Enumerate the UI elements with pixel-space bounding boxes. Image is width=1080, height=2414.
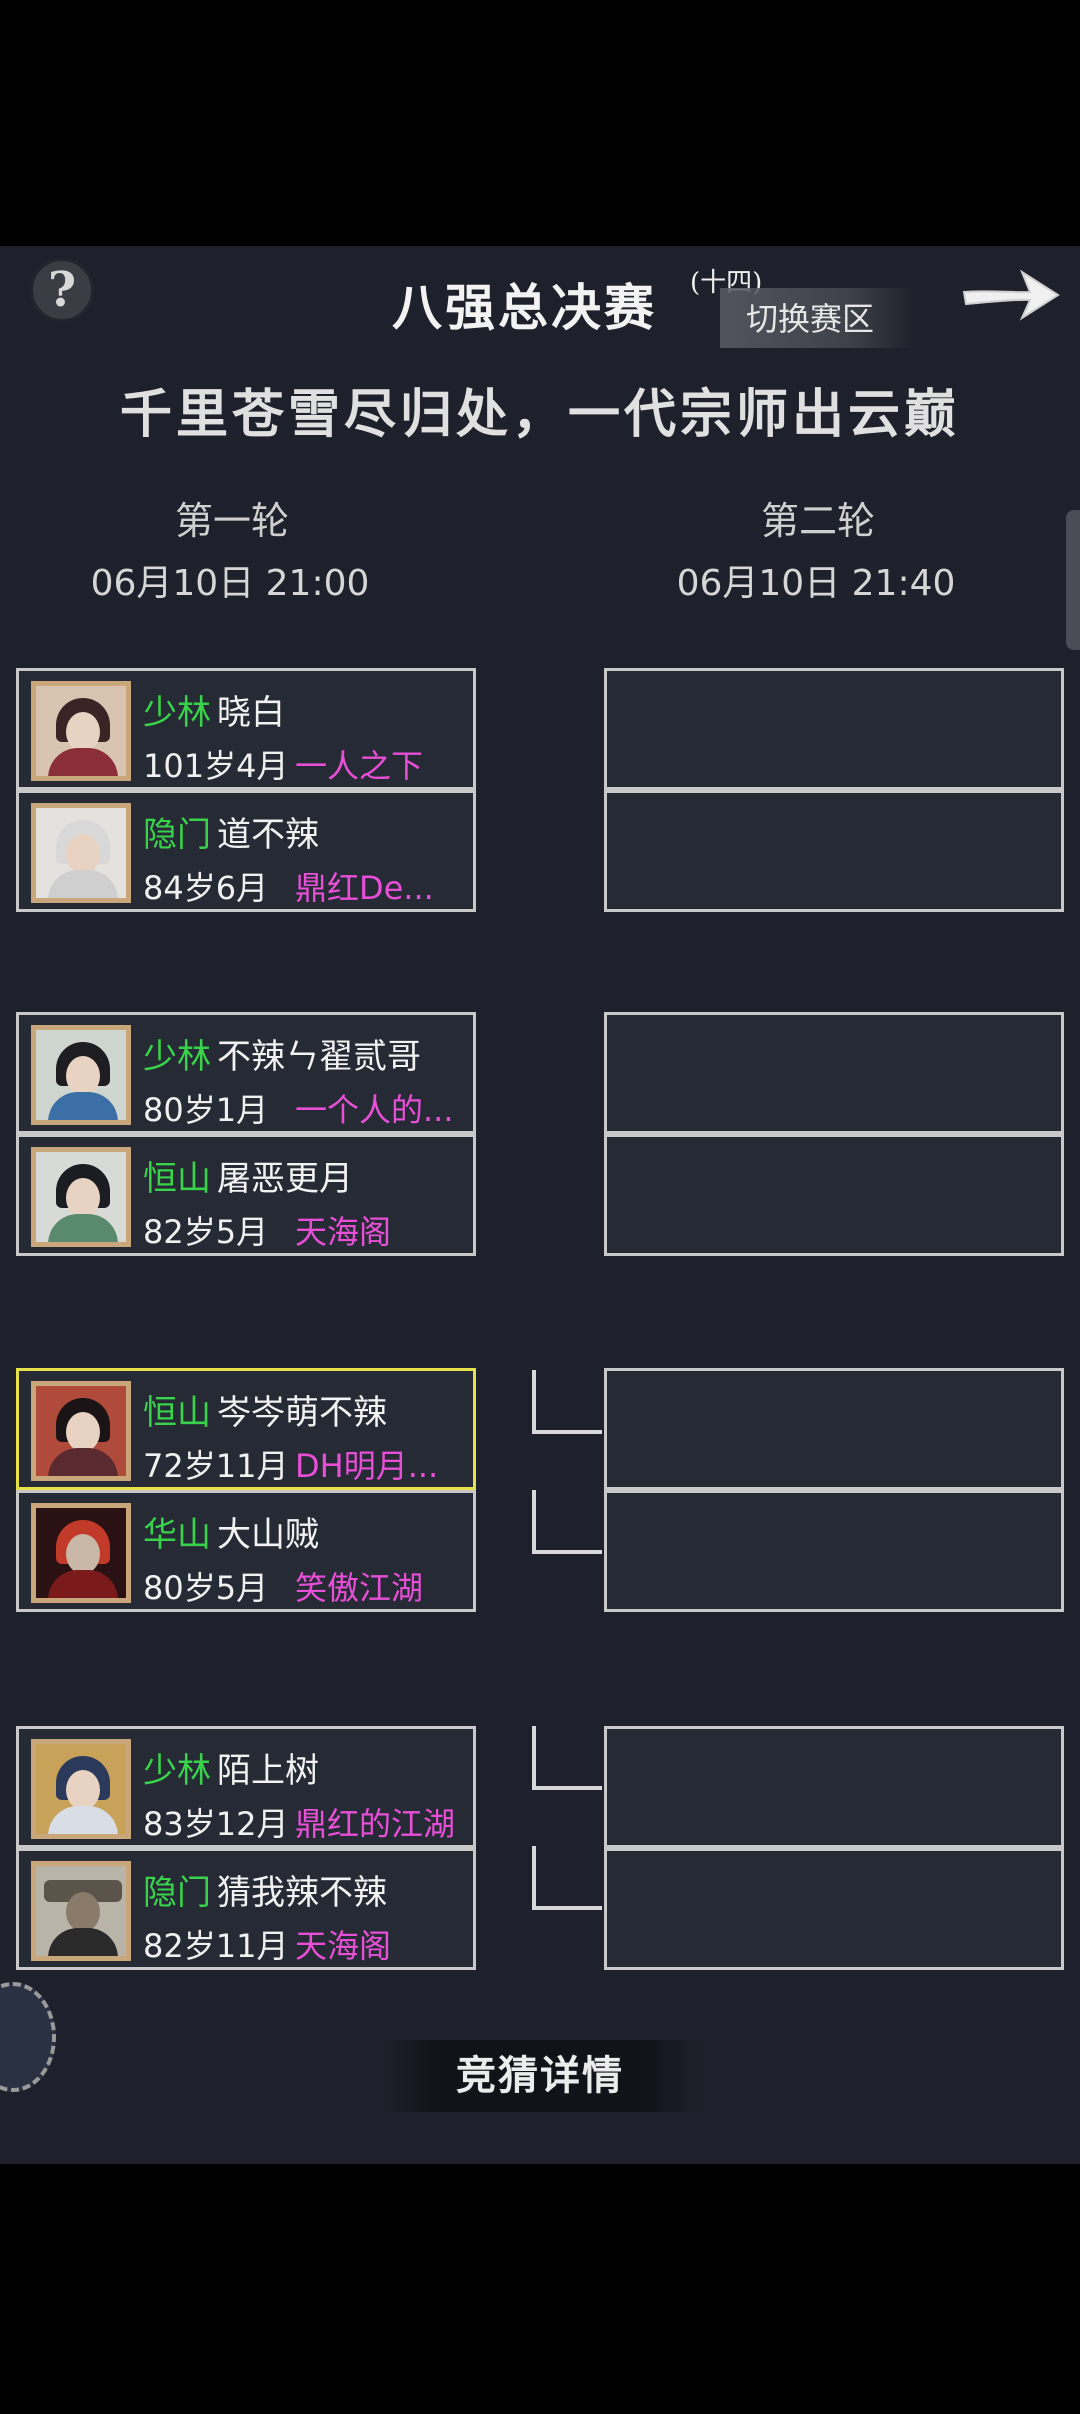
- sect-label: 少林: [143, 1037, 211, 1077]
- bracket-connector: [532, 1370, 602, 1434]
- round1-label: 第一轮: [174, 499, 289, 543]
- player-name: 猜我辣不辣: [217, 1873, 387, 1913]
- round2-slot[interactable]: [604, 1490, 1064, 1612]
- player-slot[interactable]: 华山 大山贼 80岁5月 笑傲江湖: [16, 1490, 476, 1612]
- avatar: [31, 1503, 131, 1603]
- round2-slot[interactable]: [604, 1134, 1064, 1256]
- player-age: 82岁11月: [143, 1927, 289, 1965]
- bracket-connector: [532, 1846, 602, 1910]
- player-slot[interactable]: 恒山 屠恶更月 82岁5月 天海阁: [16, 1134, 476, 1256]
- guild-name: 天海阁: [295, 1927, 392, 1965]
- player-slot[interactable]: 少林 不辣ㄣ翟贰哥 80岁1月 一个人的...: [16, 1012, 476, 1134]
- switch-region-button[interactable]: 切换赛区: [720, 288, 915, 348]
- player-slot[interactable]: 隐门 猜我辣不辣 82岁11月 天海阁: [16, 1848, 476, 1970]
- guild-name: 笑傲江湖: [295, 1569, 424, 1607]
- guild-name: 鼎红的江湖: [295, 1805, 456, 1843]
- round1-time: 06月10日 21:00: [90, 563, 370, 604]
- player-age: 72岁11月: [143, 1447, 289, 1485]
- round2-time: 06月10日 21:40: [676, 563, 956, 604]
- guild-name: 鼎红De...: [295, 869, 434, 907]
- bracket-connector: [532, 1726, 602, 1790]
- player-age: 82岁5月: [143, 1213, 269, 1251]
- player-slot[interactable]: 少林 陌上树 83岁12月 鼎红的江湖: [16, 1726, 476, 1848]
- player-slot-selected[interactable]: 恒山 岑岑萌不辣 72岁11月 DH明月...: [16, 1368, 476, 1490]
- player-age: 83岁12月: [143, 1805, 289, 1843]
- player-name: 不辣ㄣ翟贰哥: [217, 1037, 421, 1077]
- round2-slot[interactable]: [604, 668, 1064, 790]
- player-slot[interactable]: 少林 晓白 101岁4月 一人之下: [16, 668, 476, 790]
- player-age: 84岁6月: [143, 869, 269, 907]
- avatar: [31, 1739, 131, 1839]
- guild-name: DH明月...: [295, 1447, 439, 1485]
- avatar: [31, 1147, 131, 1247]
- sect-label: 恒山: [143, 1159, 211, 1199]
- player-slot[interactable]: 隐门 道不辣 84岁6月 鼎红De...: [16, 790, 476, 912]
- sect-label: 恒山: [143, 1393, 211, 1433]
- round2-slot[interactable]: [604, 1012, 1064, 1134]
- avatar: [31, 1861, 131, 1961]
- bracket-connector: [532, 1490, 602, 1554]
- player-name: 陌上树: [217, 1751, 319, 1791]
- sect-label: 华山: [143, 1515, 211, 1555]
- avatar: [31, 1381, 131, 1481]
- player-name: 大山贼: [217, 1515, 319, 1555]
- player-name: 岑岑萌不辣: [217, 1393, 387, 1433]
- guild-name: 一个人的...: [295, 1091, 454, 1129]
- player-age: 80岁1月: [143, 1091, 269, 1129]
- player-age: 80岁5月: [143, 1569, 269, 1607]
- sect-label: 隐门: [143, 815, 211, 855]
- guess-details-button[interactable]: 竞猜详情: [380, 2040, 700, 2112]
- guild-name: 一人之下: [295, 747, 424, 785]
- guild-name: 天海阁: [295, 1213, 392, 1251]
- page-title: 八强总决赛: [392, 278, 657, 337]
- sect-label: 少林: [143, 1751, 211, 1791]
- next-arrow-icon[interactable]: [960, 262, 1062, 328]
- slogan: 千里苍雪尽归处，一代宗师出云巅: [119, 384, 960, 445]
- sect-label: 少林: [143, 693, 211, 733]
- help-button[interactable]: ?: [30, 258, 94, 322]
- player-name: 晓白: [217, 693, 285, 733]
- round2-label: 第二轮: [760, 499, 875, 543]
- round2-slot[interactable]: [604, 1726, 1064, 1848]
- avatar: [31, 681, 131, 781]
- avatar: [31, 803, 131, 903]
- round2-slot[interactable]: [604, 1848, 1064, 1970]
- player-name: 道不辣: [217, 815, 319, 855]
- player-name: 屠恶更月: [217, 1159, 353, 1199]
- sect-label: 隐门: [143, 1873, 211, 1913]
- player-age: 101岁4月: [143, 747, 289, 785]
- avatar: [31, 1025, 131, 1125]
- round2-slot[interactable]: [604, 1368, 1064, 1490]
- side-tab[interactable]: [1066, 510, 1080, 650]
- round2-slot[interactable]: [604, 790, 1064, 912]
